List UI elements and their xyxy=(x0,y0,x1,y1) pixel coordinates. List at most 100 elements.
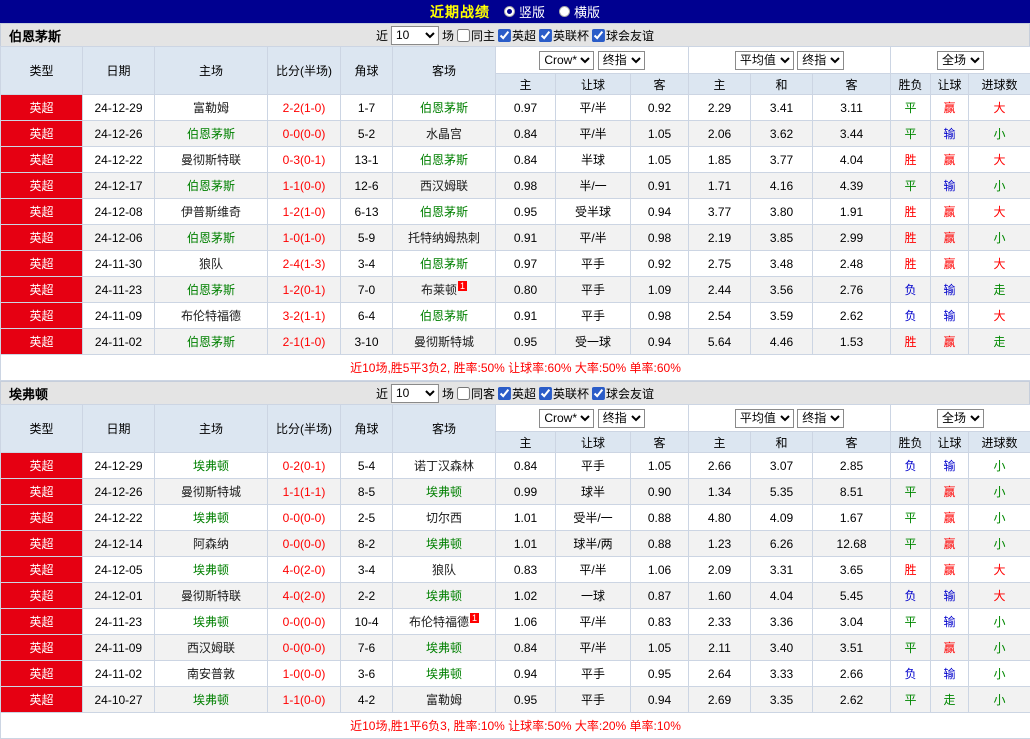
team-link[interactable]: 伯恩茅斯 xyxy=(187,335,235,349)
team-link[interactable]: 切尔西 xyxy=(426,511,462,525)
match-date: 24-11-02 xyxy=(83,661,155,687)
same-venue-option[interactable]: 同客 xyxy=(457,385,495,402)
asian-odds-home: 0.94 xyxy=(496,661,556,687)
score-link[interactable]: 1-0(1-0) xyxy=(283,231,326,245)
team-link[interactable]: 埃弗顿 xyxy=(426,589,462,603)
same-venue-checkbox[interactable] xyxy=(457,29,470,42)
team-link[interactable]: 埃弗顿 xyxy=(426,641,462,655)
score-link[interactable]: 0-0(0-0) xyxy=(283,127,326,141)
team-link[interactable]: 曼彻斯特联 xyxy=(181,153,241,167)
score-link[interactable]: 3-2(1-1) xyxy=(283,309,326,323)
same-venue-option[interactable]: 同主 xyxy=(457,27,495,44)
team-link[interactable]: 伯恩茅斯 xyxy=(420,101,468,115)
odds-time-select[interactable]: 终指 xyxy=(598,409,645,428)
score-link[interactable]: 0-0(0-0) xyxy=(283,511,326,525)
league-checkbox-friendly[interactable] xyxy=(592,387,605,400)
average-time-select[interactable]: 终指 xyxy=(797,409,844,428)
home-team-cell: 伊普斯维奇 xyxy=(155,199,268,225)
layout-radio-horizontal[interactable]: 横版 xyxy=(559,2,600,21)
match-count-select[interactable]: 10 xyxy=(391,26,439,45)
league-checkbox-epl[interactable] xyxy=(498,29,511,42)
average-time-select[interactable]: 终指 xyxy=(797,51,844,70)
team-link[interactable]: 伯恩茅斯 xyxy=(420,205,468,219)
match-count-select[interactable]: 10 xyxy=(391,384,439,403)
team-link[interactable]: 伯恩茅斯 xyxy=(187,179,235,193)
team-link[interactable]: 埃弗顿 xyxy=(193,459,229,473)
team-link[interactable]: 布伦特福德 xyxy=(409,615,469,629)
league-option-epl[interactable]: 英超 xyxy=(498,385,536,402)
odds-time-select[interactable]: 终指 xyxy=(598,51,645,70)
score-link[interactable]: 1-1(0-0) xyxy=(283,693,326,707)
odds-company-select[interactable]: Crow* xyxy=(539,409,594,428)
team-link[interactable]: 伯恩茅斯 xyxy=(187,283,235,297)
team-link[interactable]: 富勒姆 xyxy=(426,693,462,707)
league-checkbox-eflcup[interactable] xyxy=(539,387,552,400)
scope-select[interactable]: 全场 xyxy=(937,51,984,70)
team-link[interactable]: 埃弗顿 xyxy=(426,667,462,681)
league-option-friendly[interactable]: 球会友谊 xyxy=(592,385,654,402)
team-link[interactable]: 阿森纳 xyxy=(193,537,229,551)
scope-select[interactable]: 全场 xyxy=(937,409,984,428)
team-link[interactable]: 埃弗顿 xyxy=(193,615,229,629)
rank-badge: 1 xyxy=(470,613,479,623)
score-cell: 0-0(0-0) xyxy=(268,531,341,557)
asian-odds-home: 1.02 xyxy=(496,583,556,609)
odds-company-select[interactable]: Crow* xyxy=(539,51,594,70)
team-link[interactable]: 富勒姆 xyxy=(193,101,229,115)
team-link[interactable]: 伯恩茅斯 xyxy=(420,257,468,271)
team-link[interactable]: 伯恩茅斯 xyxy=(187,127,235,141)
average-select[interactable]: 平均值 xyxy=(735,51,794,70)
league-checkbox-friendly[interactable] xyxy=(592,29,605,42)
team-link[interactable]: 埃弗顿 xyxy=(193,563,229,577)
league-option-eflcup[interactable]: 英联杯 xyxy=(539,385,589,402)
score-link[interactable]: 1-1(0-0) xyxy=(283,179,326,193)
league-option-eflcup[interactable]: 英联杯 xyxy=(539,27,589,44)
score-link[interactable]: 0-0(0-0) xyxy=(283,641,326,655)
team-link[interactable]: 曼彻斯特城 xyxy=(414,335,474,349)
topbar: 近期战绩 竖版 横版 xyxy=(0,0,1030,23)
score-link[interactable]: 1-1(1-1) xyxy=(283,485,326,499)
team-link[interactable]: 诺丁汉森林 xyxy=(414,459,474,473)
league-badge: 英超 xyxy=(1,583,83,609)
team-link[interactable]: 布伦特福德 xyxy=(181,309,241,323)
score-link[interactable]: 2-2(1-0) xyxy=(283,101,326,115)
score-link[interactable]: 2-4(1-3) xyxy=(283,257,326,271)
same-venue-checkbox[interactable] xyxy=(457,387,470,400)
score-link[interactable]: 0-0(0-0) xyxy=(283,615,326,629)
team-link[interactable]: 西汉姆联 xyxy=(187,641,235,655)
team-link[interactable]: 水晶宫 xyxy=(426,127,462,141)
team-link[interactable]: 曼彻斯特城 xyxy=(181,485,241,499)
team-link[interactable]: 布莱顿 xyxy=(421,283,457,297)
score-link[interactable]: 0-3(0-1) xyxy=(283,153,326,167)
score-link[interactable]: 2-1(1-0) xyxy=(283,335,326,349)
team-link[interactable]: 托特纳姆热刺 xyxy=(408,231,480,245)
score-link[interactable]: 0-2(0-1) xyxy=(283,459,326,473)
team-link[interactable]: 南安普敦 xyxy=(187,667,235,681)
team-link[interactable]: 伯恩茅斯 xyxy=(420,153,468,167)
league-checkbox-epl[interactable] xyxy=(498,387,511,400)
team-link[interactable]: 狼队 xyxy=(199,257,223,271)
team-link[interactable]: 伯恩茅斯 xyxy=(187,231,235,245)
score-link[interactable]: 1-2(0-1) xyxy=(283,283,326,297)
score-link[interactable]: 0-0(0-0) xyxy=(283,537,326,551)
league-option-epl[interactable]: 英超 xyxy=(498,27,536,44)
league-checkbox-eflcup[interactable] xyxy=(539,29,552,42)
team-link[interactable]: 伯恩茅斯 xyxy=(420,309,468,323)
score-link[interactable]: 1-0(0-0) xyxy=(283,667,326,681)
score-link[interactable]: 4-0(2-0) xyxy=(283,563,326,577)
asian-odds-away: 0.88 xyxy=(631,531,689,557)
team-link[interactable]: 曼彻斯特联 xyxy=(181,589,241,603)
team-link[interactable]: 埃弗顿 xyxy=(193,511,229,525)
team-link[interactable]: 埃弗顿 xyxy=(426,485,462,499)
layout-radio-vertical[interactable]: 竖版 xyxy=(504,2,545,21)
average-select[interactable]: 平均值 xyxy=(735,409,794,428)
league-option-friendly[interactable]: 球会友谊 xyxy=(592,27,654,44)
team-link[interactable]: 狼队 xyxy=(432,563,456,577)
team-link[interactable]: 埃弗顿 xyxy=(193,693,229,707)
score-link[interactable]: 1-2(1-0) xyxy=(283,205,326,219)
away-team-cell: 布莱顿1 xyxy=(393,277,496,303)
team-link[interactable]: 伊普斯维奇 xyxy=(181,205,241,219)
score-link[interactable]: 4-0(2-0) xyxy=(283,589,326,603)
team-link[interactable]: 埃弗顿 xyxy=(426,537,462,551)
team-link[interactable]: 西汉姆联 xyxy=(420,179,468,193)
